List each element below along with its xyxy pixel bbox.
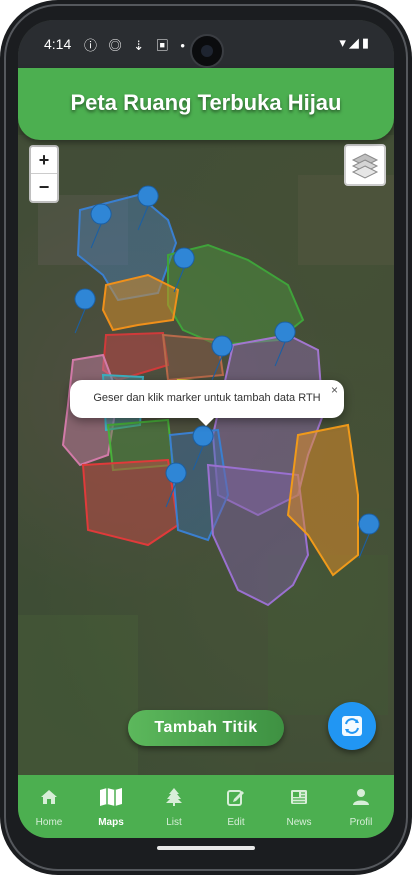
nav-label: Edit — [227, 817, 245, 828]
page-title: Peta Ruang Terbuka Hijau — [70, 90, 342, 115]
layers-icon — [351, 153, 379, 179]
nav-label: News — [286, 817, 312, 828]
nav-edit[interactable]: Edit — [205, 775, 267, 838]
region-red-south[interactable] — [81, 458, 180, 547]
popup-tip — [196, 416, 216, 426]
nav-news[interactable]: News — [268, 775, 330, 838]
zoom-out-button[interactable]: − — [31, 174, 57, 200]
home-icon — [41, 790, 57, 804]
nav-label: Home — [35, 817, 63, 828]
map-popup: Geser dan klik marker untuk tambah data … — [70, 380, 344, 426]
news-icon — [291, 790, 307, 804]
zoom-control: + − — [29, 145, 59, 203]
nav-home[interactable]: Home — [18, 775, 80, 838]
popup-text: Geser dan klik marker untuk tambah data … — [93, 392, 321, 404]
refresh-button[interactable] — [328, 702, 376, 750]
front-camera — [190, 34, 224, 68]
refresh-icon — [342, 716, 362, 736]
zoom-in-button[interactable]: + — [31, 147, 57, 174]
nav-label: List — [166, 817, 182, 828]
nav-label: Maps — [98, 817, 124, 828]
nav-profile[interactable]: Profil — [330, 775, 392, 838]
status-time: 4:14 — [44, 36, 72, 52]
nav-maps[interactable]: Maps — [80, 775, 142, 838]
map-view[interactable] — [18, 135, 394, 775]
nav-list[interactable]: List — [143, 775, 205, 838]
map-icon — [100, 788, 122, 806]
app-header: Peta Ruang Terbuka Hijau — [18, 68, 394, 140]
tree-icon — [166, 788, 182, 806]
add-point-button[interactable]: Tambah Titik — [128, 710, 284, 746]
edit-icon — [227, 790, 244, 806]
phone-frame: 4:14 ⓘ ◎ ⇣ ▣ • ▾◢▮ Peta Ruang Terbuka Hi… — [0, 0, 412, 875]
signal-battery-icons: ▾◢▮ — [339, 35, 372, 50]
bottom-navigation: Home Maps List Edit News Profil — [18, 775, 394, 838]
notification-icons: ⓘ ◎ ⇣ ▣ • — [84, 38, 189, 53]
status-bar: 4:14 ⓘ ◎ ⇣ ▣ • ▾◢▮ — [18, 20, 394, 68]
app-screen: 4:14 ⓘ ◎ ⇣ ▣ • ▾◢▮ Peta Ruang Terbuka Hi… — [18, 20, 394, 838]
layers-button[interactable] — [344, 144, 386, 186]
system-home-indicator[interactable] — [157, 846, 255, 850]
person-icon — [353, 789, 369, 805]
nav-label: Profil — [349, 817, 373, 828]
popup-close-button[interactable]: × — [331, 383, 338, 397]
map-overlay — [18, 135, 394, 775]
